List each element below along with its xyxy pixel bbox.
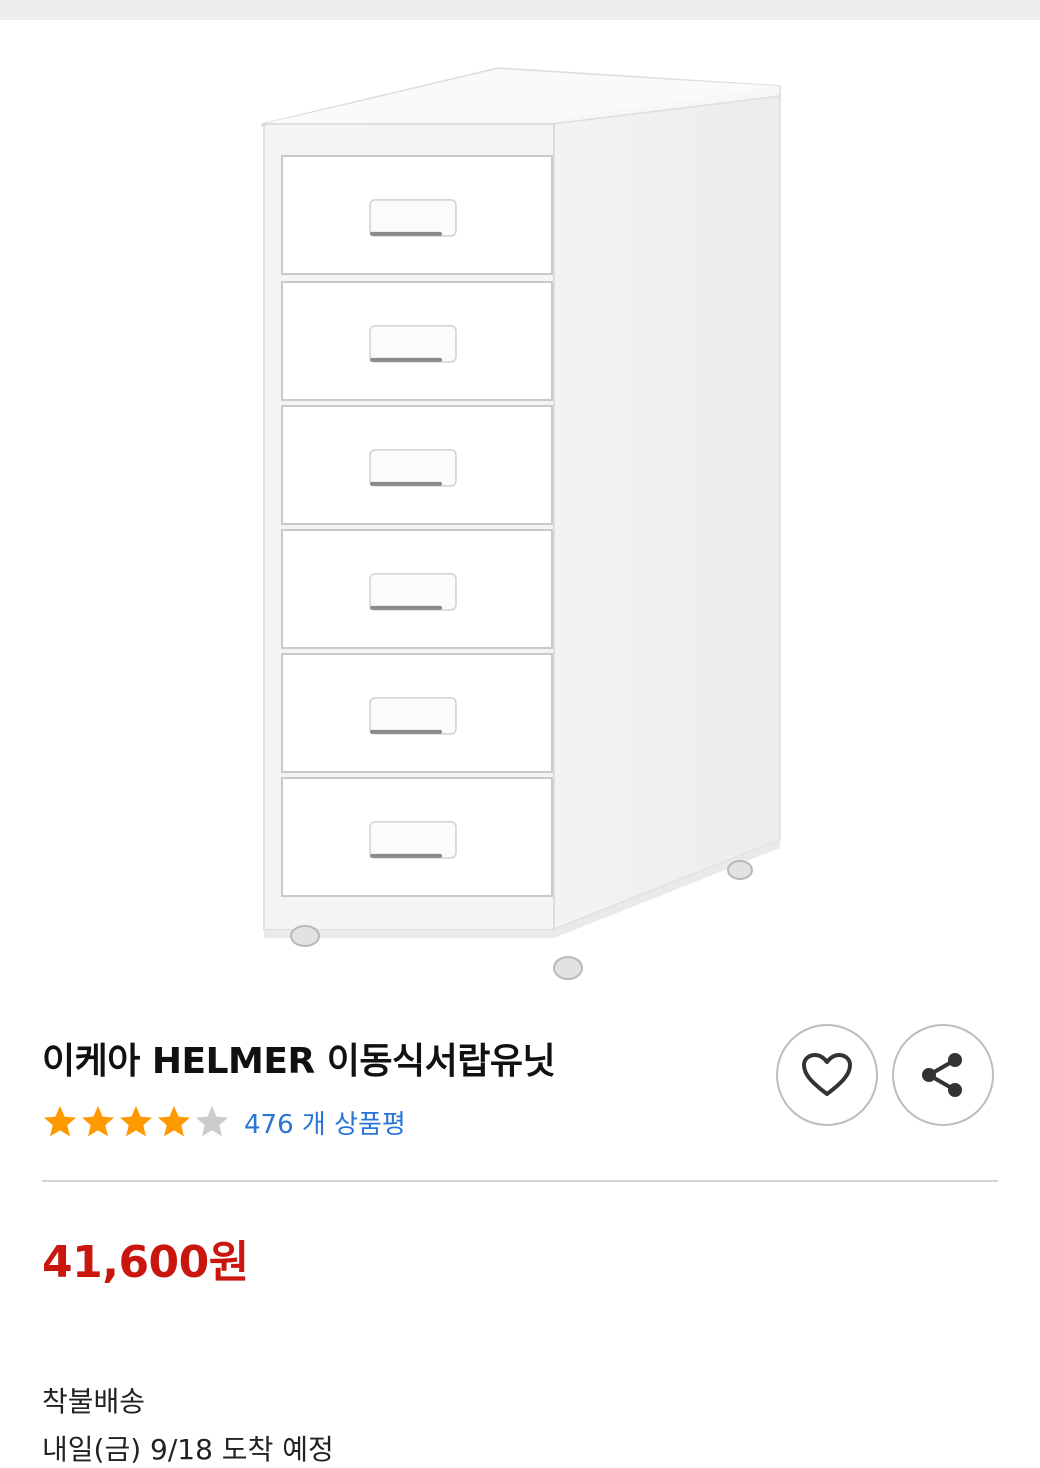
product-title: 이케아 HELMER 이동식서랍유닛 xyxy=(42,1041,556,1082)
section-divider xyxy=(42,1180,998,1182)
product-image[interactable] xyxy=(0,20,1040,1010)
drawer-label-holder xyxy=(369,449,457,487)
review-count-link[interactable]: 476 개 상품평 xyxy=(244,1104,406,1141)
star-empty-icon xyxy=(196,1106,228,1137)
top-status-strip xyxy=(0,0,1040,20)
rating-row: 476 개 상품평 xyxy=(42,1100,406,1144)
star-filled-icon xyxy=(44,1106,76,1137)
drawer-label-holder xyxy=(369,325,457,363)
rating-stars xyxy=(42,1104,232,1140)
heart-icon xyxy=(802,1053,852,1096)
share-button[interactable] xyxy=(892,1024,994,1126)
shipping-type: 착불배송 xyxy=(42,1385,146,1418)
drawer-label-holder xyxy=(369,821,457,859)
drawer-cabinet-illustration xyxy=(261,67,781,980)
product-price: 41,600원 xyxy=(42,1237,249,1288)
star-filled-icon xyxy=(158,1106,190,1137)
star-filled-icon xyxy=(82,1106,114,1137)
delivery-date: 내일(금) 9/18 도착 예정 xyxy=(42,1433,334,1466)
drawer-label-holder xyxy=(369,573,457,611)
drawer-label-holder xyxy=(369,697,457,735)
share-icon xyxy=(922,1053,962,1097)
drawer-label-holder xyxy=(369,199,457,237)
star-filled-icon xyxy=(120,1106,152,1137)
wishlist-button[interactable] xyxy=(776,1024,878,1126)
